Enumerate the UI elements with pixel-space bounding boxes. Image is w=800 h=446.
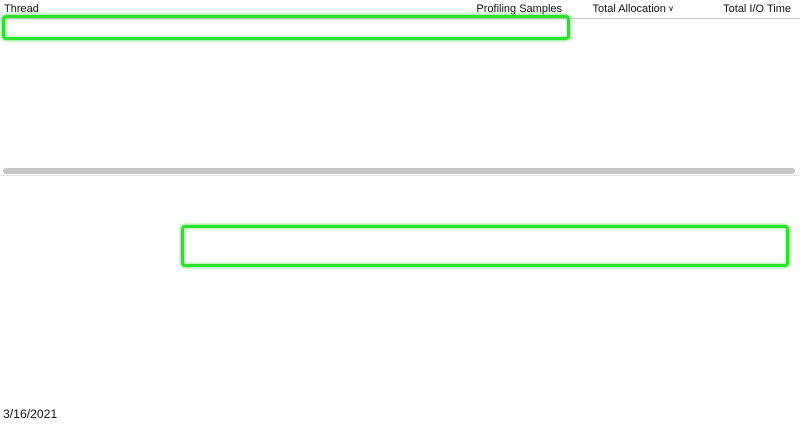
timeline-track-labels [0,0,185,446]
profiler-window: ThreadProfiling SamplesTotal Allocation … [0,0,800,446]
timeline-date-label: 3/16/2021 [3,407,57,422]
